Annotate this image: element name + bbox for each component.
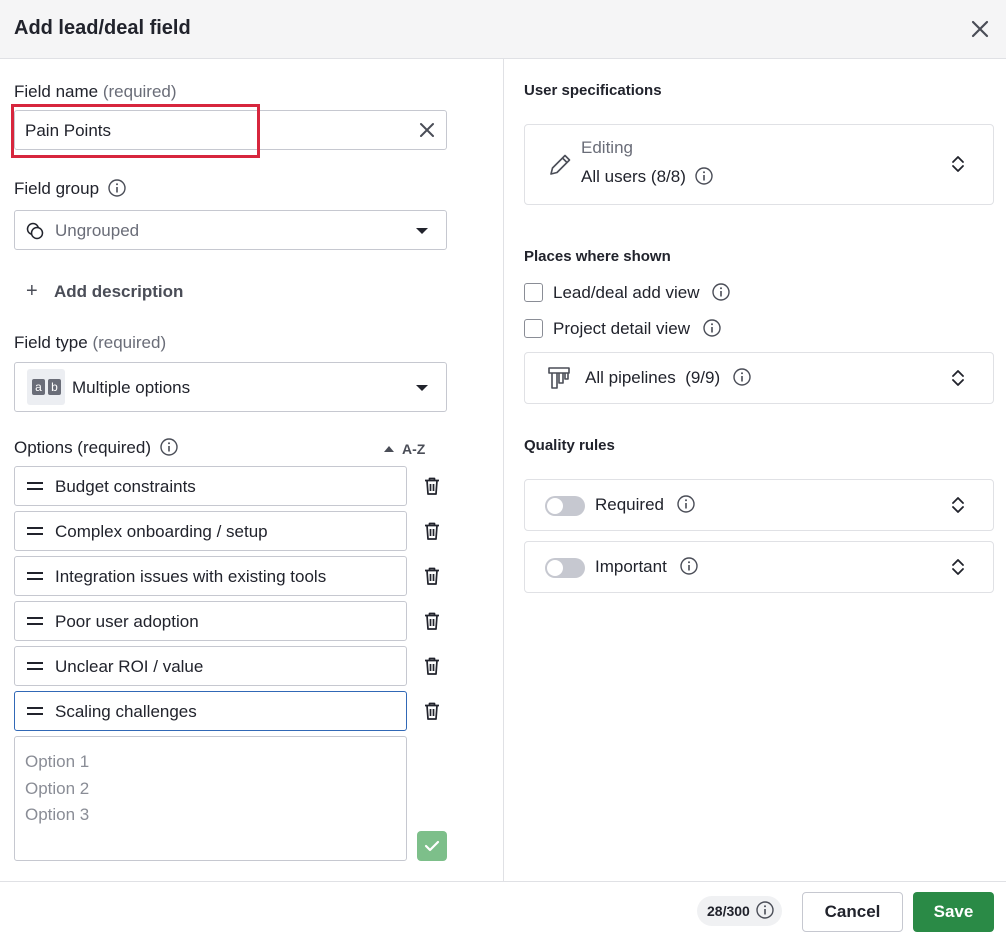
info-icon[interactable] <box>694 167 713 185</box>
field-group-label: Field group <box>14 179 126 199</box>
toggle-knob <box>547 560 563 576</box>
user-specifications-title: User specifications <box>524 82 662 99</box>
option-row[interactable]: Unclear ROI / value <box>14 646 407 686</box>
info-icon[interactable] <box>733 368 751 386</box>
pipeline-icon <box>548 367 570 389</box>
trash-icon[interactable] <box>423 566 441 586</box>
field-type-value: Multiple options <box>72 378 191 397</box>
column-divider <box>503 59 504 881</box>
info-icon[interactable] <box>679 557 698 575</box>
field-type-label: Field type (required) <box>14 333 167 352</box>
chevron-down-icon <box>416 385 428 391</box>
field-group-value: Ungrouped <box>55 221 140 240</box>
sort-az-button[interactable]: A-Z <box>384 441 425 457</box>
multiple-options-icon: a b <box>27 369 65 405</box>
chevron-up-down-icon <box>952 559 964 575</box>
lead-deal-add-view-option: Lead/deal add view <box>524 283 730 303</box>
trash-icon[interactable] <box>423 476 441 496</box>
drag-handle-icon[interactable] <box>27 662 43 670</box>
chevron-down-icon <box>416 228 428 234</box>
field-group-select[interactable]: Ungrouped <box>14 210 447 250</box>
info-icon[interactable] <box>703 319 721 337</box>
info-icon[interactable] <box>756 901 774 919</box>
option-row[interactable]: Budget constraints <box>14 466 407 506</box>
trash-icon[interactable] <box>423 611 441 631</box>
dialog-title: Add lead/deal field <box>14 17 191 39</box>
drag-handle-icon[interactable] <box>27 707 43 715</box>
dialog-header: Add lead/deal field <box>0 0 1006 59</box>
close-icon[interactable] <box>966 15 994 43</box>
options-label: Options (required) <box>14 438 178 458</box>
save-button[interactable]: Save <box>913 892 994 932</box>
chevron-up-down-icon <box>952 497 964 513</box>
project-detail-view-option: Project detail view <box>524 319 721 339</box>
add-description-button[interactable]: + Add description <box>26 280 183 303</box>
group-icon <box>26 222 44 240</box>
required-rule-label: Required <box>595 495 695 515</box>
required-toggle[interactable] <box>545 496 585 516</box>
new-options-textarea[interactable]: Option 1 Option 2 Option 3 <box>14 736 407 861</box>
trash-icon[interactable] <box>423 521 441 541</box>
checkbox[interactable] <box>524 283 543 302</box>
field-name-label: Field name (required) <box>14 82 177 101</box>
chevron-up-down-icon <box>952 370 964 386</box>
trash-icon[interactable] <box>423 656 441 676</box>
permission-mode: Editing <box>581 138 633 157</box>
user-specifications-card[interactable]: Editing All users (8/8) <box>524 124 994 205</box>
info-icon[interactable] <box>712 283 730 301</box>
trash-icon[interactable] <box>423 701 441 721</box>
drag-handle-icon[interactable] <box>27 482 43 490</box>
clear-icon[interactable] <box>418 121 436 139</box>
places-shown-title: Places where shown <box>524 248 671 265</box>
dialog-footer: 28/300 Cancel Save <box>0 881 1006 935</box>
checkbox[interactable] <box>524 319 543 338</box>
permission-users: All users (8/8) <box>581 167 713 187</box>
option-row[interactable]: Integration issues with existing tools <box>14 556 407 596</box>
pipelines-select[interactable]: All pipelines (9/9) <box>524 352 994 404</box>
confirm-options-button[interactable] <box>417 831 447 861</box>
drag-handle-icon[interactable] <box>27 527 43 535</box>
chevron-up-down-icon <box>952 156 964 172</box>
info-icon[interactable] <box>160 438 178 456</box>
cancel-button[interactable]: Cancel <box>802 892 903 932</box>
info-icon[interactable] <box>108 179 126 197</box>
drag-handle-icon[interactable] <box>27 617 43 625</box>
required-rule-card[interactable]: Required <box>524 479 994 531</box>
drag-handle-icon[interactable] <box>27 572 43 580</box>
pipelines-label: All pipelines (9/9) <box>585 368 751 388</box>
important-rule-label: Important <box>595 557 698 577</box>
important-rule-card[interactable]: Important <box>524 541 994 593</box>
important-toggle[interactable] <box>545 558 585 578</box>
field-counter: 28/300 <box>697 896 782 926</box>
option-row[interactable]: Scaling challenges <box>14 691 407 731</box>
check-icon <box>424 840 440 852</box>
toggle-knob <box>547 498 563 514</box>
info-icon[interactable] <box>677 495 695 513</box>
quality-rules-title: Quality rules <box>524 437 615 454</box>
sort-up-icon <box>384 446 394 452</box>
pencil-icon <box>550 154 571 175</box>
highlight-box <box>11 104 260 158</box>
option-row[interactable]: Poor user adoption <box>14 601 407 641</box>
option-row[interactable]: Complex onboarding / setup <box>14 511 407 551</box>
plus-icon: + <box>26 280 38 302</box>
field-type-select[interactable]: a b Multiple options <box>14 362 447 412</box>
